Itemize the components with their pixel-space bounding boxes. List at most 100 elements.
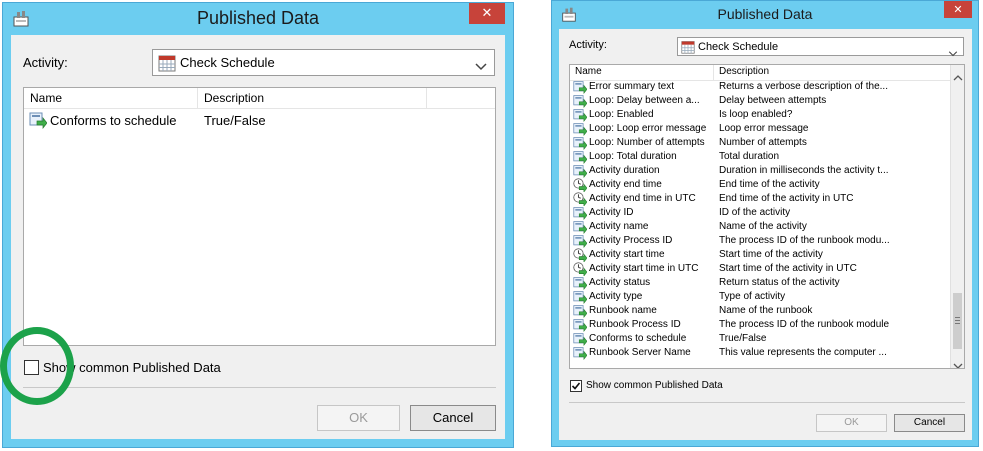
left-dialog-title: Published Data (196, 8, 320, 28)
row-name: Activity ID (589, 207, 634, 218)
right-activity-combobox[interactable]: Check Schedule (677, 37, 964, 59)
row-name: Conforms to schedule (589, 333, 687, 344)
list-item[interactable]: Activity type Type of activity (570, 290, 950, 304)
row-description: Return status of the activity (719, 277, 840, 288)
row-description: Name of the runbook (719, 305, 813, 316)
left-activity-label: Activity: (23, 55, 68, 70)
chevron-up-icon[interactable] (953, 68, 963, 86)
right-published-data-list[interactable]: Name Description Error summary text Retur… (569, 64, 965, 369)
row-description: Start time of the activity in UTC (719, 263, 857, 274)
left-activity-value: Check Schedule (180, 55, 275, 70)
list-item[interactable]: Loop: Delay between a... Delay between at… (570, 94, 950, 108)
chevron-down-icon[interactable] (953, 357, 963, 368)
right-published-data-dialog: Published Data ✕ Activity: Check Schedul… (551, 0, 979, 447)
list-item[interactable]: Activity duration Duration in millisecond… (570, 164, 950, 178)
list-item[interactable]: Loop: Loop error message Loop error messa… (570, 122, 950, 136)
left-show-common-checkbox[interactable] (24, 360, 39, 375)
right-close-button[interactable]: ✕ (944, 1, 972, 18)
row-description: Total duration (719, 151, 780, 162)
right-column-name[interactable]: Name (570, 65, 714, 80)
right-show-common-checkbox[interactable] (570, 380, 582, 392)
left-close-button[interactable]: ✕ (469, 3, 505, 24)
right-cancel-button[interactable]: Cancel (894, 414, 965, 432)
row-name: Runbook Process ID (589, 319, 681, 330)
row-name: Loop: Loop error message (589, 123, 707, 134)
row-description: Loop error message (719, 123, 809, 134)
row-description: Name of the activity (719, 221, 807, 232)
list-item[interactable]: Activity end time End time of the activit… (570, 178, 950, 193)
right-activity-label: Activity: (569, 39, 607, 51)
right-list-scrollbar[interactable] (950, 65, 964, 368)
left-activity-combobox[interactable]: Check Schedule (152, 49, 495, 76)
list-item[interactable]: Activity name Name of the activity (570, 220, 950, 234)
list-item[interactable]: Activity end time in UTC End time of the … (570, 192, 950, 207)
left-column-description[interactable]: Description (198, 88, 427, 108)
list-item[interactable]: Runbook Server Name This value represents… (570, 346, 950, 360)
row-name: Loop: Enabled (589, 109, 654, 120)
row-description: Number of attempts (719, 137, 807, 148)
row-description: The process ID of the runbook modu... (719, 235, 890, 246)
row-description: End time of the activity (719, 179, 820, 190)
right-show-common-label[interactable]: Show common Published Data (586, 380, 723, 391)
list-item[interactable]: Activity start time Start time of the act… (570, 248, 950, 263)
row-description: The process ID of the runbook module (719, 319, 890, 330)
checkmark-icon (571, 382, 581, 390)
row-description: Start time of the activity (719, 249, 823, 260)
close-icon: ✕ (953, 3, 963, 16)
chevron-down-icon[interactable] (948, 44, 958, 62)
row-name: Loop: Number of attempts (589, 137, 705, 148)
right-ok-button[interactable]: OK (816, 414, 887, 432)
row-name: Conforms to schedule (50, 113, 177, 128)
calendar-icon (158, 54, 176, 77)
row-name: Runbook Server Name (589, 347, 691, 358)
row-description: This value represents the computer ... (719, 347, 887, 358)
list-item[interactable]: Conforms to schedule True/False (24, 110, 495, 130)
row-name: Activity end time (589, 179, 662, 190)
left-client-area: Activity: Check Schedule Name Descriptio… (11, 35, 505, 439)
row-name: Error summary text (589, 81, 675, 92)
left-published-data-list[interactable]: Name Description Conforms to schedule Tr… (23, 87, 496, 346)
row-description: Type of activity (719, 291, 786, 302)
row-name: Activity end time in UTC (589, 193, 696, 204)
list-item[interactable]: Activity status Return status of the acti… (570, 276, 950, 290)
list-item[interactable]: Activity ID ID of the activity (570, 206, 950, 220)
close-icon: ✕ (481, 6, 493, 21)
right-column-description[interactable]: Description (714, 65, 950, 80)
left-cancel-button[interactable]: Cancel (410, 405, 496, 431)
left-separator (23, 387, 496, 388)
list-item[interactable]: Activity start time in UTC Start time of … (570, 262, 950, 277)
left-column-name[interactable]: Name (24, 88, 198, 108)
right-client-area: Activity: Check Schedule Name Descriptio… (559, 29, 972, 440)
list-item[interactable]: Error summary text Returns a verbose desc… (570, 80, 950, 94)
published-data-icon (29, 111, 48, 134)
calendar-icon (681, 40, 695, 59)
row-name: Activity type (589, 291, 643, 302)
row-description: True/False (204, 113, 266, 128)
chevron-down-icon[interactable] (475, 58, 487, 76)
list-item[interactable]: Conforms to schedule True/False (570, 332, 950, 346)
list-item[interactable]: Runbook Process ID The process ID of the … (570, 318, 950, 332)
row-name: Loop: Total duration (589, 151, 677, 162)
list-item[interactable]: Loop: Enabled Is loop enabled? (570, 108, 950, 122)
row-description: Is loop enabled? (719, 109, 793, 120)
right-dialog-title: Published Data (717, 6, 813, 22)
row-description: End time of the activity in UTC (719, 193, 854, 204)
row-name: Activity start time in UTC (589, 263, 699, 274)
row-name: Runbook name (589, 305, 657, 316)
scrollbar-thumb[interactable] (953, 293, 962, 349)
row-name: Activity name (589, 221, 649, 232)
left-ok-button[interactable]: OK (317, 405, 400, 431)
left-show-common-label[interactable]: Show common Published Data (43, 360, 221, 375)
right-list-rows: Error summary text Returns a verbose desc… (570, 80, 950, 368)
row-description: Duration in milliseconds the activity t.… (719, 165, 889, 176)
row-description: True/False (719, 333, 767, 344)
row-description: ID of the activity (719, 207, 791, 218)
row-name: Activity duration (589, 165, 660, 176)
list-item[interactable]: Activity Process ID The process ID of the… (570, 234, 950, 248)
row-description: Returns a verbose description of the... (719, 81, 888, 92)
row-description: Delay between attempts (719, 95, 827, 106)
list-item[interactable]: Runbook name Name of the runbook (570, 304, 950, 318)
list-item[interactable]: Loop: Total duration Total duration (570, 150, 950, 164)
published-data-icon (573, 346, 588, 365)
list-item[interactable]: Loop: Number of attempts Number of attemp… (570, 136, 950, 150)
